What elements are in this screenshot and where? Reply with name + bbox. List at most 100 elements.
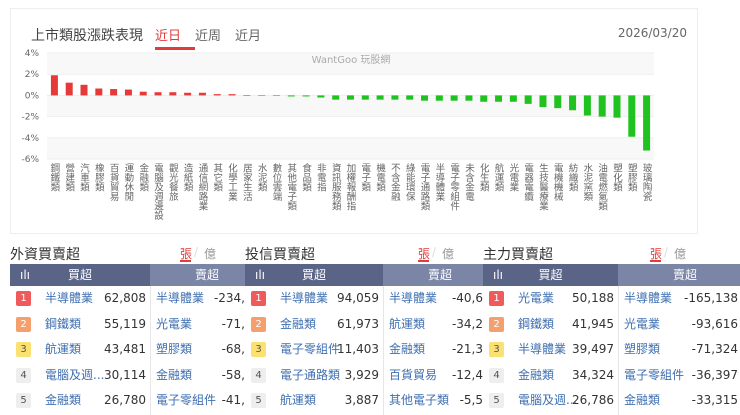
unit-divider: / [432,245,437,259]
sector-link[interactable]: 塑膠類 [156,337,192,362]
buy-header[interactable]: ılı 買超 [10,264,150,286]
unit-amount-toggle[interactable]: 億 [674,245,686,262]
bar-電器電纜 [524,95,532,104]
bar-營建類 [65,82,73,96]
unit-amount-toggle[interactable]: 億 [442,245,454,262]
sector-link[interactable]: 電子零組件 [624,363,684,388]
sector-link[interactable]: 航運類 [389,312,425,337]
sell-row: 金融類 -58, [150,363,245,389]
x-tick-label-box: 光電業 [507,163,518,192]
x-tick-label: 生技醫療業 [536,163,548,211]
sell-header: 賣超 [383,264,483,286]
net-sell-value: -33,315 [691,393,738,407]
sector-link[interactable]: 其他電子類 [389,388,449,413]
sector-link[interactable]: 電子通路類 [280,363,340,388]
bar-食品類 [302,95,310,97]
sell-row: 電子零組件 -36,397 [618,363,740,389]
net-sell-value: -41, [221,393,245,407]
buy-row: 5 金融類 26,780 [10,388,150,414]
sector-link[interactable]: 塑膠類 [624,337,660,362]
sector-link[interactable]: 金融類 [518,363,554,388]
sector-link[interactable]: 鋼鐵類 [45,312,81,337]
sell-header-label: 賣超 [673,268,698,282]
x-tick-label: 半導體業 [433,163,445,201]
rank-badge: 5 [16,393,31,408]
sector-link[interactable]: 半導體業 [45,286,93,311]
sector-link[interactable]: 半導體業 [280,286,328,311]
sector-link[interactable]: 半導體業 [518,337,566,362]
x-tick-label-box: 電子通路類 [419,163,430,211]
buy-row: 3 電子零組件 11,403 [245,337,383,363]
x-tick-label: 數位雲端 [270,163,282,201]
chart-date: 2026/03/20 [617,26,687,40]
bar-chart-icon[interactable]: ılı [255,264,265,286]
rank-badge: 4 [489,367,504,383]
net-sell-value: -36,397 [691,367,738,382]
sector-link[interactable]: 電腦及週... [518,388,577,413]
x-tick-label-box: 機電類 [374,163,385,192]
x-tick-label: 水泥類 [255,163,267,192]
rank-badge: 3 [251,342,266,357]
sector-link[interactable]: 金融類 [280,312,316,337]
buy-header[interactable]: ılı 買超 [245,264,383,286]
buy-header-label: 買超 [301,268,326,282]
sell-row: 電子零組件 -41, [150,388,245,414]
sector-link[interactable]: 金融類 [45,388,81,413]
net-buy-value: 62,808 [104,291,146,305]
buy-header-label: 買超 [67,268,92,282]
sell-row: 光電業 -71, [150,312,245,338]
panel-table: ılı 買超 賣超 1 半導體業 62,808 2 鋼鐵類 55,119 3 航運類 43,481 4 電… [10,264,245,415]
bar-chart-icon[interactable]: ılı [20,264,30,286]
sector-link[interactable]: 半導體業 [389,286,437,311]
sector-link[interactable]: 光電業 [518,286,554,311]
x-tick-label: 不含金融 [388,163,400,201]
x-tick-label: 營建類 [63,163,75,192]
unit-active-indicator [180,260,191,262]
sector-link[interactable]: 電子零組件 [156,388,216,413]
tab-week[interactable]: 近周 [195,25,221,44]
x-tick-label-box: 其它類 [211,163,222,192]
sector-link[interactable]: 電子零組件 [280,337,340,362]
sell-row: 塑膠類 -68, [150,337,245,363]
sector-link[interactable]: 航運類 [45,337,81,362]
bar-光電業 [509,95,517,102]
x-tick-label: 其他電子類 [285,163,297,211]
bar-航運類 [495,95,503,102]
y-tick-label: 4% [25,49,40,59]
tab-day[interactable]: 近日 [155,25,181,44]
x-tick-label-box: 電器電纜 [522,163,534,201]
sell-header-label: 賣超 [195,268,220,282]
sector-link[interactable]: 半導體業 [156,286,204,311]
sector-link[interactable]: 光電業 [624,312,660,337]
sell-row: 百貨貿易 -12,4 [383,363,483,389]
x-tick-label: 電器電纜 [522,163,534,201]
bar-非電指 [317,95,325,98]
sector-link[interactable]: 百貨貿易 [389,363,437,388]
x-tick-label: 資訊服務類 [329,163,341,211]
net-sell-value: -93,616 [691,316,738,331]
buy-row: 3 航運類 43,481 [10,337,150,363]
net-buy-value: 3,887 [344,393,379,407]
sector-link[interactable]: 鋼鐵類 [518,312,554,337]
sector-link[interactable]: 半導體業 [624,286,672,311]
net-buy-value: 41,945 [572,316,614,331]
x-tick-label-box: 非電指 [315,163,326,192]
unit-divider: / [194,245,199,259]
sector-link[interactable]: 金融類 [389,337,425,362]
buy-row: 5 航運類 3,887 [245,388,383,414]
active-tab-indicator [155,47,195,50]
sector-link[interactable]: 光電業 [156,312,192,337]
bar-chart-icon[interactable]: ılı [493,264,503,286]
sector-link[interactable]: 航運類 [280,388,316,413]
x-tick-label-box: 運動休閒 [122,163,133,201]
net-sell-value: -71,324 [691,342,738,356]
tab-month[interactable]: 近月 [235,25,261,44]
unit-divider: / [664,245,669,259]
y-tick-label: 0% [25,91,40,101]
chart-title: 上市類股漲跌表現 [31,28,143,44]
sector-link[interactable]: 金融類 [156,363,192,388]
unit-amount-toggle[interactable]: 億 [204,245,216,262]
buy-header[interactable]: ılı 買超 [483,264,618,286]
sector-link[interactable]: 電腦及週... [45,363,104,388]
sector-link[interactable]: 金融類 [624,388,660,413]
